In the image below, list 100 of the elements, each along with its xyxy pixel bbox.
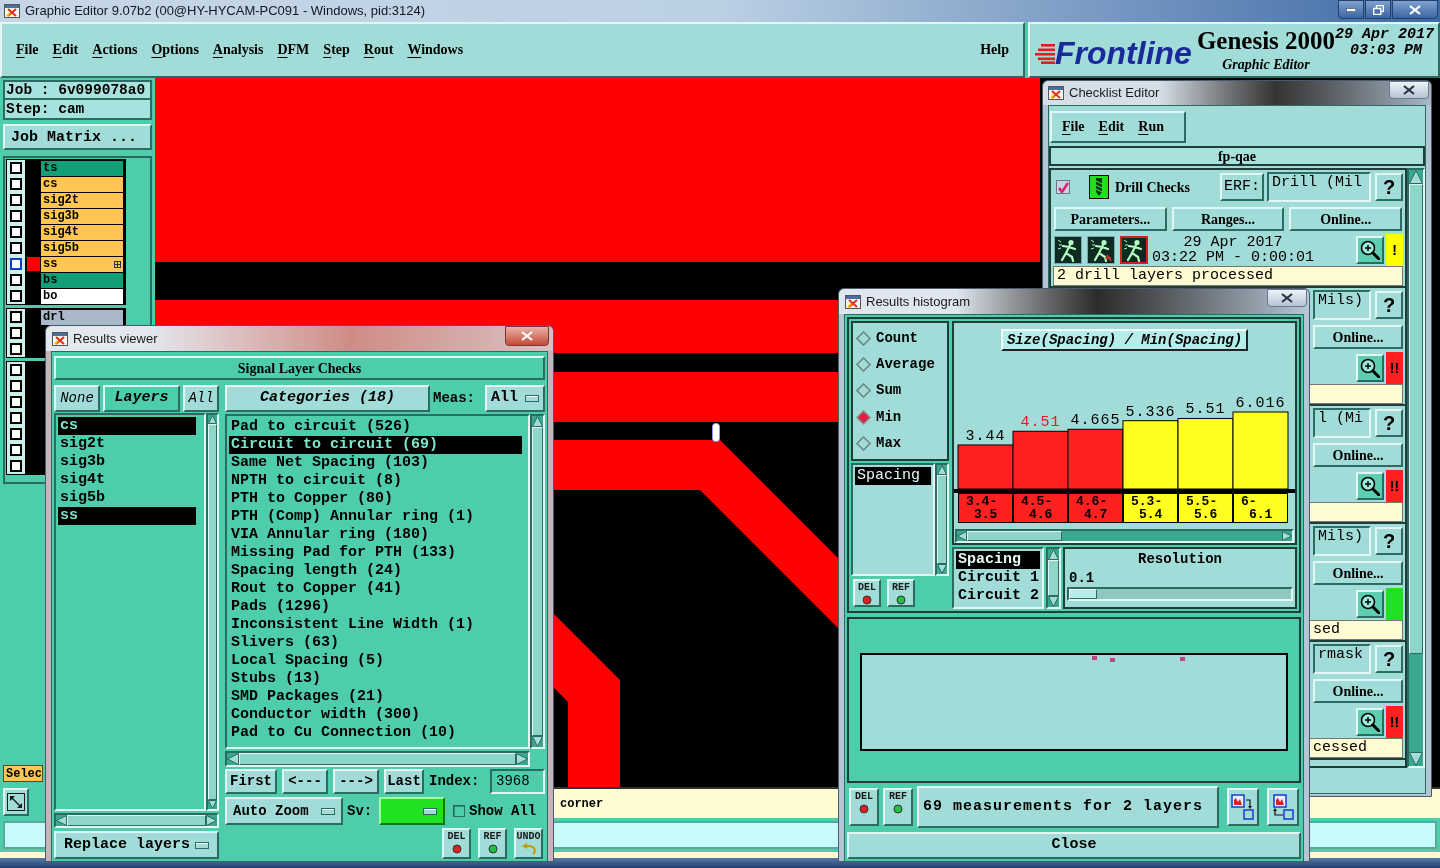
scrollbar[interactable] xyxy=(206,413,219,811)
layers-title-button[interactable]: Layers xyxy=(103,385,180,412)
list-item[interactable]: Spacing xyxy=(855,467,931,485)
help-button[interactable]: ? xyxy=(1375,645,1403,673)
check-action-button[interactable]: Online... xyxy=(1313,561,1403,585)
list-item[interactable]: sig4t xyxy=(58,471,196,489)
menu-item[interactable]: Edit xyxy=(52,43,79,57)
list-item[interactable]: Spacing xyxy=(956,551,1040,569)
check-action-button[interactable]: Online... xyxy=(1313,443,1403,467)
list-item[interactable]: Rout to Copper (41) xyxy=(229,580,522,598)
menu-item[interactable]: Analysis xyxy=(212,43,264,57)
scrollbar[interactable] xyxy=(1046,547,1061,609)
menu-item[interactable]: Edit xyxy=(1098,120,1125,134)
checkbox[interactable] xyxy=(10,444,22,456)
checkbox[interactable] xyxy=(10,162,22,174)
list-item[interactable]: cs xyxy=(58,417,196,435)
menu-item[interactable]: Step xyxy=(323,43,350,57)
fit-button[interactable] xyxy=(3,788,29,816)
checkbox[interactable] xyxy=(10,364,22,376)
index-field[interactable]: 3968 xyxy=(490,769,545,794)
radio-option[interactable]: Count xyxy=(853,326,947,351)
import-button[interactable] xyxy=(1267,788,1299,826)
scrollbar-thumb[interactable] xyxy=(937,475,947,564)
list-item[interactable]: sig2t xyxy=(58,435,196,453)
slider-track[interactable] xyxy=(1067,587,1293,601)
erf-field[interactable]: Drill (Mil xyxy=(1267,172,1371,202)
layer-name[interactable]: cs xyxy=(41,176,123,192)
help-button[interactable]: ? xyxy=(1375,527,1403,555)
close-button[interactable] xyxy=(1267,289,1307,307)
layer-name[interactable]: drl xyxy=(41,309,123,325)
export-button[interactable] xyxy=(1227,788,1259,826)
refresh-button[interactable]: REF xyxy=(478,828,507,859)
erf-field[interactable]: l (Mi xyxy=(1313,408,1371,438)
list-item[interactable]: Pad to circuit (526) xyxy=(229,418,522,436)
list-item[interactable]: sig5b xyxy=(58,489,196,507)
layer-name[interactable]: sig5b xyxy=(41,240,123,256)
checkbox[interactable] xyxy=(10,343,22,355)
scrollbar[interactable] xyxy=(530,414,545,749)
job-matrix-button[interactable]: Job Matrix ... xyxy=(3,124,152,150)
zoom-button[interactable] xyxy=(1356,236,1384,264)
check-action-button[interactable]: Online... xyxy=(1313,679,1403,703)
delete-button[interactable]: DEL xyxy=(853,579,881,607)
layer-filter-button[interactable]: None xyxy=(54,385,100,412)
layer-name[interactable]: sig4t xyxy=(41,224,123,240)
checkbox[interactable] xyxy=(10,460,22,472)
menu-item[interactable]: Help xyxy=(980,43,1009,57)
list-item[interactable]: VIA Annular ring (180) xyxy=(229,526,522,544)
list-item[interactable]: Stubs (13) xyxy=(229,670,522,688)
delete-button[interactable]: DEL xyxy=(442,828,471,859)
slider-thumb[interactable] xyxy=(1069,589,1097,599)
select-button[interactable]: Selec xyxy=(3,765,43,782)
scrollbar-thumb[interactable] xyxy=(1048,560,1059,596)
checkbox[interactable] xyxy=(10,226,22,238)
list-item[interactable]: Conductor width (300) xyxy=(229,706,522,724)
nav-button[interactable]: First xyxy=(225,769,277,794)
checkbox[interactable] xyxy=(10,210,22,222)
checkbox[interactable] xyxy=(1056,180,1070,194)
refresh-button[interactable]: REF xyxy=(887,579,915,607)
meas-dropdown[interactable]: All xyxy=(485,385,545,412)
minimize-button[interactable] xyxy=(1338,0,1364,19)
checkbox[interactable] xyxy=(10,274,22,286)
list-item[interactable]: Same Net Spacing (103) xyxy=(229,454,522,472)
list-item[interactable]: NPTH to circuit (8) xyxy=(229,472,522,490)
zoom-button[interactable] xyxy=(1356,708,1384,736)
radio-option[interactable]: Sum xyxy=(853,378,947,403)
layer-name[interactable]: ss xyxy=(41,256,123,272)
erf-field[interactable]: Mils) xyxy=(1313,290,1371,320)
menu-item[interactable]: Actions xyxy=(92,43,138,57)
zoom-button[interactable] xyxy=(1356,354,1384,382)
list-item[interactable]: ss xyxy=(58,507,196,525)
radio-option[interactable]: Min xyxy=(853,405,947,430)
zoom-button[interactable] xyxy=(1356,472,1384,500)
delete-button[interactable]: DEL xyxy=(849,788,879,826)
close-button[interactable] xyxy=(1392,0,1438,19)
layer-name[interactable]: ts xyxy=(41,160,123,176)
close-button[interactable] xyxy=(1389,81,1429,99)
scrollbar-thumb[interactable] xyxy=(967,531,1062,541)
menu-item[interactable]: Run xyxy=(1138,120,1164,134)
list-item[interactable]: PTH to Copper (80) xyxy=(229,490,522,508)
nav-button[interactable]: <--- xyxy=(282,769,328,794)
layer-name[interactable]: sig3b xyxy=(41,208,123,224)
checkbox[interactable] xyxy=(10,311,22,323)
list-item[interactable]: sig3b xyxy=(58,453,196,471)
checkbox[interactable] xyxy=(10,380,22,392)
menu-item[interactable]: Rout xyxy=(363,43,394,57)
scrollbar-thumb[interactable] xyxy=(532,427,543,736)
menu-item[interactable]: File xyxy=(16,43,39,57)
categories-button[interactable]: Categories (18) xyxy=(225,385,430,412)
menu-item[interactable]: File xyxy=(1062,120,1085,134)
close-button[interactable]: Close xyxy=(847,832,1301,859)
zoom-button[interactable] xyxy=(1356,590,1384,618)
help-button[interactable]: ? xyxy=(1375,291,1403,319)
menu-item[interactable]: Windows xyxy=(407,43,464,57)
list-item[interactable]: Inconsistent Line Width (1) xyxy=(229,616,522,634)
restore-button[interactable] xyxy=(1365,0,1391,19)
radio-option[interactable]: Max xyxy=(853,431,947,456)
scrollbar-thumb[interactable] xyxy=(1409,184,1423,654)
undo-button[interactable]: UNDO xyxy=(514,828,543,859)
list-item[interactable]: Missing Pad for PTH (133) xyxy=(229,544,522,562)
checkbox[interactable] xyxy=(10,396,22,408)
